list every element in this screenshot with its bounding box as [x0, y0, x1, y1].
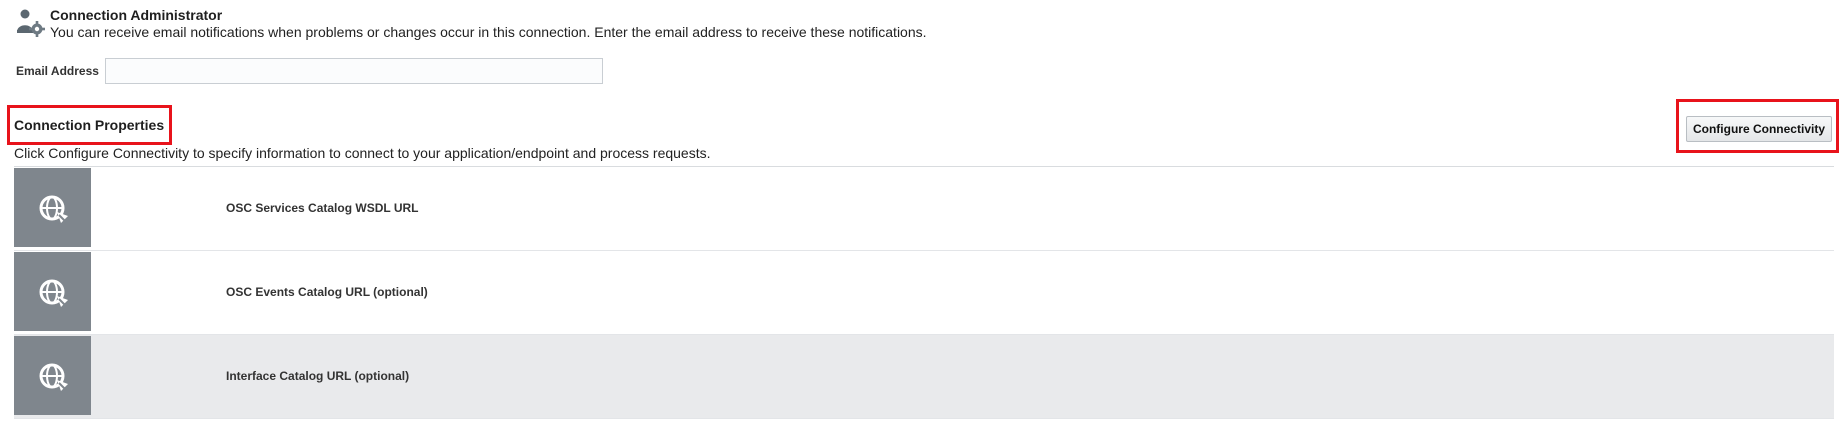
connection-page: Connection Administrator You can receive… — [0, 0, 1846, 434]
globe-refresh-icon — [14, 336, 91, 415]
properties-title: Connection Properties — [14, 117, 165, 133]
user-gear-icon — [16, 8, 46, 38]
property-row[interactable]: OSC Events Catalog URL (optional) — [14, 251, 1834, 335]
property-row[interactable]: OSC Services Catalog WSDL URL — [14, 167, 1834, 251]
property-list: OSC Services Catalog WSDL URL OSC Events… — [14, 167, 1834, 419]
admin-title: Connection Administrator — [50, 7, 223, 23]
configure-connectivity-button[interactable]: Configure Connectivity — [1686, 116, 1832, 142]
property-row[interactable]: Interface Catalog URL (optional) — [14, 335, 1834, 419]
email-field[interactable] — [105, 58, 603, 84]
property-label: Interface Catalog URL (optional) — [226, 369, 410, 383]
admin-description: You can receive email notifications when… — [50, 24, 927, 40]
globe-refresh-icon — [14, 252, 91, 331]
property-label: OSC Events Catalog URL (optional) — [226, 285, 428, 299]
globe-refresh-icon — [14, 168, 91, 247]
property-label: OSC Services Catalog WSDL URL — [226, 201, 419, 215]
properties-description: Click Configure Connectivity to specify … — [14, 145, 711, 161]
email-label: Email Address — [16, 64, 99, 78]
